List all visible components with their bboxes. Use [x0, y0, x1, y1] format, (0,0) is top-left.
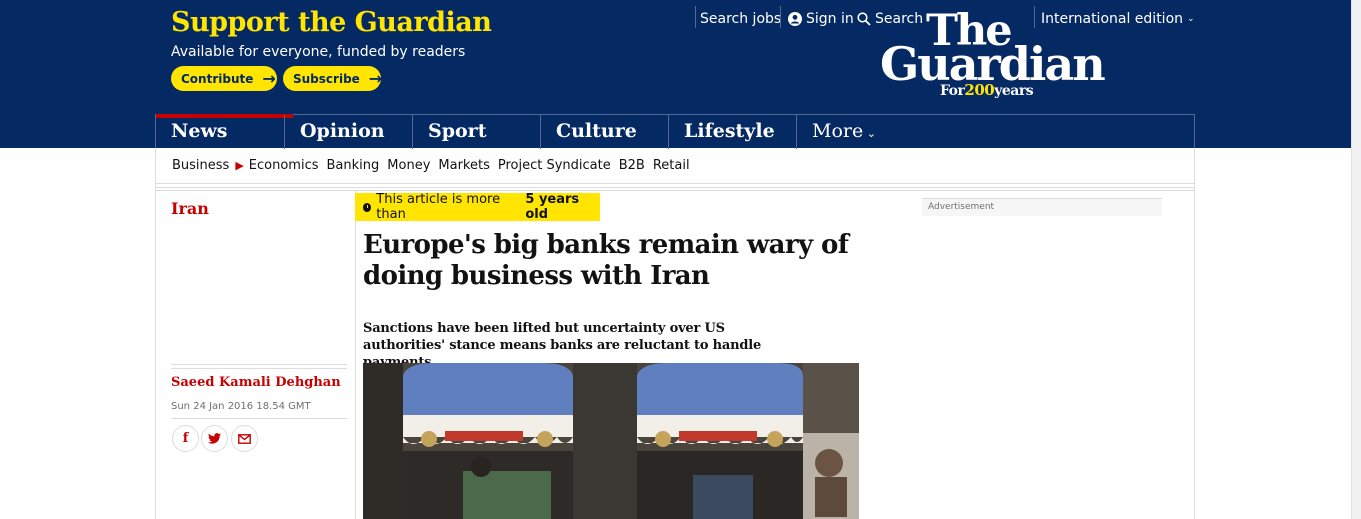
email-icon [238, 433, 251, 444]
sign-in-link[interactable]: Sign in [788, 9, 854, 29]
nav-pillar-culture[interactable]: Culture [540, 115, 668, 149]
nav-pillar-label: Opinion [300, 120, 385, 142]
logo-tagline: For200years [940, 81, 1034, 99]
subnav-item-b2b[interactable]: B2B [619, 158, 645, 173]
nav-pillar-sport[interactable]: Sport [412, 115, 540, 149]
nav-pillar-label: Lifestyle [684, 120, 775, 142]
age-value: 5 years old [525, 192, 580, 222]
section-label[interactable]: Iran [171, 199, 209, 218]
nav-pillar-news[interactable]: News [156, 114, 293, 149]
chevron-down-icon: ⌄ [1187, 14, 1195, 24]
share-email-button[interactable] [231, 425, 258, 452]
guardian-logo[interactable]: The Guardian For200years [880, 8, 1120, 100]
logo-tag-years: 200 [964, 81, 995, 99]
page-scrollbar[interactable] [1351, 0, 1361, 519]
atm-photo [363, 363, 859, 519]
utility-divider [695, 6, 696, 28]
nav-pillar-lifestyle[interactable]: Lifestyle [668, 115, 796, 149]
advertisement-label: Advertisement [922, 198, 1162, 216]
search-jobs-label: Search jobs [700, 11, 782, 27]
nav-pillar-label: Sport [428, 120, 487, 142]
contribute-label: Contribute [181, 71, 254, 86]
pillar-nav: News Opinion Sport Culture Lifestyle Mor… [155, 114, 1195, 149]
masthead: Support the Guardian Available for every… [0, 0, 1351, 149]
nav-more-label: More [812, 120, 864, 142]
search-icon [857, 12, 871, 26]
subscribe-button[interactable]: Subscribe → [283, 66, 383, 91]
article-main-image[interactable] [363, 363, 859, 519]
subnav-item-markets[interactable]: Markets [438, 158, 489, 173]
search-jobs-link[interactable]: Search jobs [700, 9, 781, 29]
nav-more-menu[interactable]: More ⌄ [796, 115, 906, 149]
sign-in-label: Sign in [806, 11, 854, 27]
share-facebook-button[interactable]: f [172, 425, 199, 452]
divider [155, 183, 1195, 184]
share-twitter-button[interactable] [201, 425, 228, 452]
article-age-badge: This article is more than 5 years old [355, 192, 600, 222]
logo-tag-suffix: years [994, 83, 1034, 99]
arrow-right-icon: → [262, 69, 276, 88]
column-divider [355, 191, 356, 519]
subnav-item-money[interactable]: Money [387, 158, 430, 173]
facebook-icon: f [182, 431, 189, 446]
byline[interactable]: Saeed Kamali Dehghan [171, 375, 341, 390]
subscribe-label: Subscribe [293, 71, 360, 86]
nav-pillar-opinion[interactable]: Opinion [284, 115, 412, 149]
nav-pillar-label: Culture [556, 120, 637, 142]
subnav-item-banking[interactable]: Banking [327, 158, 380, 173]
meta-divider [171, 364, 347, 365]
caret-right-icon: ▶ [235, 159, 244, 172]
subnav-item-economics[interactable]: Economics [249, 158, 319, 173]
support-subtitle: Available for everyone, funded by reader… [171, 44, 466, 60]
publish-date: Sun 24 Jan 2016 18.54 GMT [171, 401, 311, 412]
contribute-button[interactable]: Contribute → [171, 66, 277, 91]
chevron-down-icon: ⌄ [863, 127, 876, 140]
subnav-item-project-syndicate[interactable]: Project Syndicate [498, 158, 611, 173]
utility-divider [780, 6, 781, 28]
subnav-item-business[interactable]: Business [172, 158, 229, 173]
support-title: Support the Guardian [171, 7, 492, 38]
age-prefix: This article is more than [376, 192, 501, 222]
twitter-icon [208, 433, 221, 444]
clock-icon [363, 202, 372, 212]
nav-pillar-label: News [171, 120, 228, 142]
divider [155, 187, 1195, 188]
subnav-item-retail[interactable]: Retail [653, 158, 690, 173]
article-headline: Europe's big banks remain wary of doing … [363, 230, 849, 291]
user-icon [788, 12, 802, 26]
logo-tag-prefix: For [940, 83, 965, 99]
meta-divider [171, 418, 347, 419]
meta-divider [171, 368, 347, 369]
arrow-right-icon: → [368, 69, 383, 88]
